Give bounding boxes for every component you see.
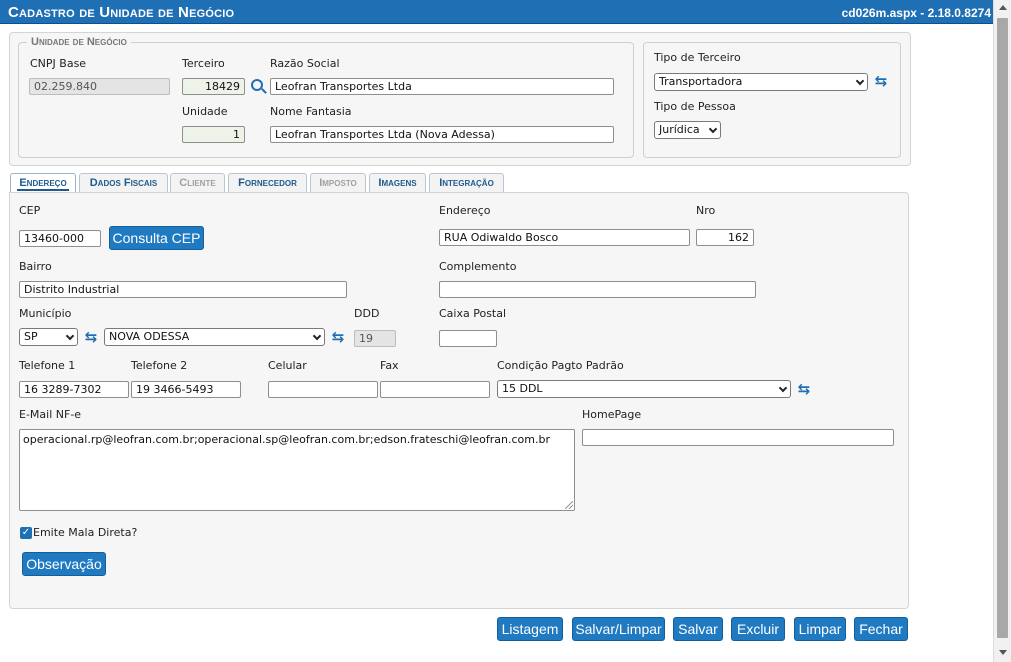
refresh-icon[interactable]: ⇆ bbox=[331, 330, 345, 345]
title-bar: Cadastro de Unidade de Negócio cd026m.as… bbox=[0, 0, 993, 24]
salvar-limpar-button[interactable]: Salvar/Limpar bbox=[572, 617, 665, 641]
email-nfe-textarea[interactable]: operacional.rp@leofran.com.br;operaciona… bbox=[19, 429, 575, 511]
chevron-down-icon bbox=[65, 331, 75, 341]
telefone1-label: Telefone 1 bbox=[19, 359, 76, 372]
nro-label: Nro bbox=[696, 204, 716, 217]
scroll-down-icon[interactable] bbox=[999, 650, 1007, 655]
search-icon[interactable] bbox=[251, 79, 263, 91]
ddd-label: DDD bbox=[354, 307, 380, 320]
condicao-pagto-label: Condição Pagto Padrão bbox=[497, 359, 624, 372]
refresh-icon[interactable]: ⇆ bbox=[874, 74, 888, 89]
refresh-icon[interactable]: ⇆ bbox=[797, 382, 811, 397]
fax-field[interactable] bbox=[380, 381, 490, 398]
tipo-pessoa-select[interactable]: Jurídica bbox=[654, 121, 721, 139]
cep-label: CEP bbox=[19, 204, 41, 217]
homepage-field[interactable] bbox=[582, 429, 894, 446]
tab-imposto: Imposto bbox=[310, 173, 366, 192]
tab-cliente: Cliente bbox=[170, 173, 225, 192]
tipo-terceiro-select[interactable]: Transportadora bbox=[654, 73, 868, 91]
cnpj-base-field: 02.259.840 bbox=[29, 78, 170, 95]
complemento-field[interactable] bbox=[439, 281, 756, 298]
municipio-select[interactable]: NOVA ODESSA bbox=[104, 328, 325, 346]
unidade-field[interactable]: 1 bbox=[182, 126, 245, 143]
unidade-label: Unidade bbox=[182, 105, 228, 118]
razao-social-label: Razão Social bbox=[270, 57, 340, 70]
scroll-up-icon[interactable] bbox=[999, 5, 1007, 10]
observacao-button[interactable]: Observação bbox=[22, 552, 106, 576]
municipio-value: NOVA ODESSA bbox=[109, 330, 190, 343]
bairro-label: Bairro bbox=[19, 260, 52, 273]
nro-field[interactable]: 162 bbox=[696, 229, 754, 246]
ddd-field: 19 bbox=[354, 330, 396, 347]
tipo-pessoa-value: Jurídica bbox=[659, 123, 700, 136]
tab-endereco[interactable]: Endereço bbox=[10, 173, 76, 193]
municipio-label: Município bbox=[19, 307, 72, 320]
tipo-pessoa-label: Tipo de Pessoa bbox=[654, 100, 736, 113]
email-nfe-value: operacional.rp@leofran.com.br;operaciona… bbox=[23, 433, 550, 446]
uf-select[interactable]: SP bbox=[19, 328, 78, 346]
fechar-button[interactable]: Fechar bbox=[854, 617, 908, 641]
limpar-button[interactable]: Limpar bbox=[794, 617, 846, 641]
tab-dados-fiscais[interactable]: Dados Fiscais bbox=[79, 173, 168, 192]
terceiro-label: Terceiro bbox=[182, 57, 225, 70]
tipo-terceiro-value: Transportadora bbox=[659, 75, 743, 88]
telefone1-field[interactable]: 16 3289-7302 bbox=[19, 381, 129, 398]
mala-direta-checkbox[interactable]: ✓ bbox=[20, 527, 32, 539]
chevron-down-icon bbox=[778, 383, 788, 393]
address-tab-panel bbox=[9, 192, 909, 609]
tab-imagens[interactable]: Imagens bbox=[369, 173, 426, 192]
chevron-down-icon bbox=[312, 331, 322, 341]
uf-value: SP bbox=[24, 330, 38, 343]
caixa-postal-label: Caixa Postal bbox=[439, 307, 507, 320]
cep-field[interactable]: 13460-000 bbox=[19, 230, 101, 247]
condicao-pagto-value: 15 DDL bbox=[502, 382, 543, 395]
endereco-field[interactable]: RUA Odiwaldo Bosco bbox=[439, 229, 690, 246]
fax-label: Fax bbox=[380, 359, 399, 372]
telefone2-field[interactable]: 19 3466-5493 bbox=[131, 381, 241, 398]
vertical-scrollbar[interactable] bbox=[993, 0, 1011, 662]
tipo-terceiro-label: Tipo de Terceiro bbox=[654, 51, 741, 64]
consulta-cep-button[interactable]: Consulta CEP bbox=[109, 226, 204, 250]
refresh-icon[interactable]: ⇆ bbox=[84, 330, 98, 345]
mala-direta-label: Emite Mala Direta? bbox=[33, 526, 138, 539]
caixa-postal-field[interactable] bbox=[439, 330, 497, 347]
version-label: cd026m.aspx - 2.18.0.8274 bbox=[841, 6, 991, 20]
email-nfe-label: E-Mail NF-e bbox=[19, 408, 82, 421]
bairro-field[interactable]: Distrito Industrial bbox=[19, 281, 347, 298]
nome-fantasia-label: Nome Fantasia bbox=[270, 105, 352, 118]
complemento-label: Complemento bbox=[439, 260, 517, 273]
chevron-down-icon bbox=[708, 124, 718, 134]
homepage-label: HomePage bbox=[582, 408, 642, 421]
tab-fornecedor[interactable]: Fornecedor bbox=[228, 173, 307, 192]
window-title: Cadastro de Unidade de Negócio bbox=[8, 4, 235, 21]
tab-integracao[interactable]: Integração bbox=[429, 173, 504, 192]
razao-social-field[interactable]: Leofran Transportes Ltda bbox=[270, 78, 614, 95]
terceiro-field[interactable]: 18429 bbox=[182, 78, 245, 95]
celular-label: Celular bbox=[268, 359, 307, 372]
cnpj-base-label: CNPJ Base bbox=[30, 57, 87, 70]
chevron-down-icon bbox=[855, 76, 865, 86]
condicao-pagto-select[interactable]: 15 DDL bbox=[497, 380, 791, 398]
listagem-button[interactable]: Listagem bbox=[497, 617, 563, 641]
telefone2-label: Telefone 2 bbox=[131, 359, 188, 372]
business-unit-legend: Unidade de Negócio bbox=[31, 36, 127, 48]
nome-fantasia-field[interactable]: Leofran Transportes Ltda (Nova Adessa) bbox=[270, 126, 614, 143]
salvar-button[interactable]: Salvar bbox=[673, 617, 723, 641]
excluir-button[interactable]: Excluir bbox=[731, 617, 785, 641]
endereco-label: Endereço bbox=[439, 204, 491, 217]
scroll-thumb[interactable] bbox=[997, 18, 1008, 638]
celular-field[interactable] bbox=[268, 381, 378, 398]
resize-grip-icon[interactable] bbox=[565, 501, 573, 509]
